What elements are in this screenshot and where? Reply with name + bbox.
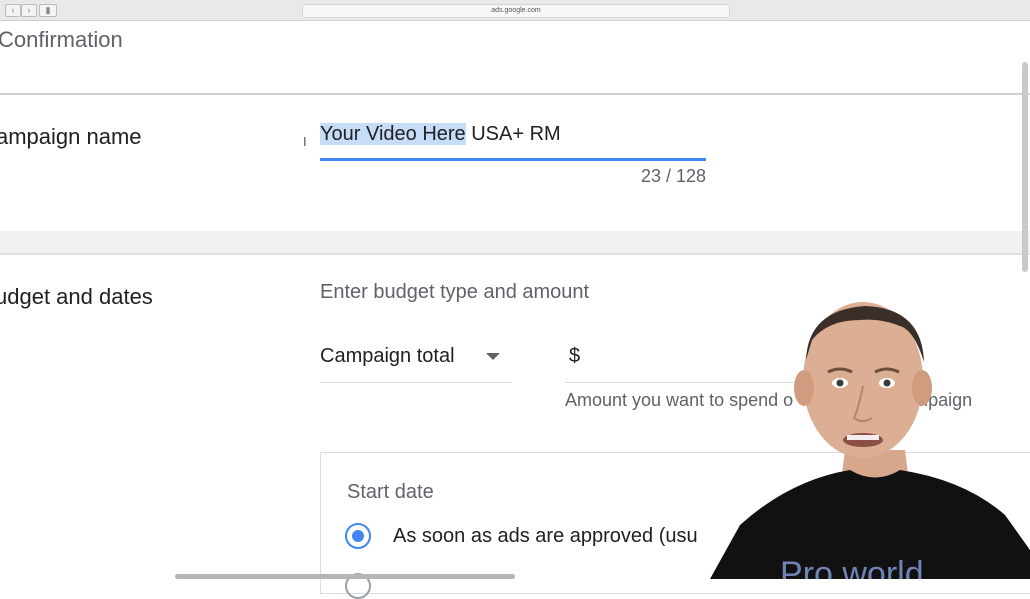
sidebar-icon[interactable]: ▮	[39, 4, 57, 17]
budget-type-value: Campaign total	[320, 345, 455, 367]
browser-toolbar: ‹ › ▮ ads.google.com	[0, 0, 1030, 21]
text-cursor-icon: I	[303, 134, 307, 149]
selected-text: Your Video Here	[320, 123, 466, 145]
presenter-figure: Pro world	[710, 302, 1030, 579]
caret-down-icon	[486, 353, 500, 360]
step-title: Confirmation	[0, 27, 123, 52]
address-bar[interactable]: ads.google.com	[302, 4, 730, 18]
character-counter: 23 / 128	[640, 166, 706, 186]
back-icon[interactable]: ‹	[5, 4, 21, 17]
input-text: USA+ RM	[465, 123, 561, 145]
radio-selected-icon[interactable]	[345, 523, 371, 549]
shirt-print: Pro world	[780, 555, 924, 579]
presenter-video: Pro world	[700, 300, 1030, 579]
section-divider	[0, 231, 1030, 253]
horizontal-scrollbar[interactable]	[175, 574, 515, 579]
forward-icon[interactable]: ›	[21, 4, 37, 17]
budget-dates-label: udget and dates	[0, 284, 153, 309]
campaign-name-input[interactable]: Your Video Here USA+ RM	[320, 120, 706, 161]
start-date-title: Start date	[347, 481, 434, 503]
campaign-name-label: ampaign name	[0, 124, 142, 149]
campaign-name-section	[0, 93, 1030, 233]
budget-type-dropdown[interactable]: Campaign total	[320, 340, 512, 383]
budget-hint: Enter budget type and amount	[320, 281, 590, 303]
currency-symbol: $	[569, 345, 581, 367]
vertical-scrollbar[interactable]	[1022, 62, 1028, 272]
start-asap-label: As soon as ads are approved (usu	[393, 525, 698, 547]
